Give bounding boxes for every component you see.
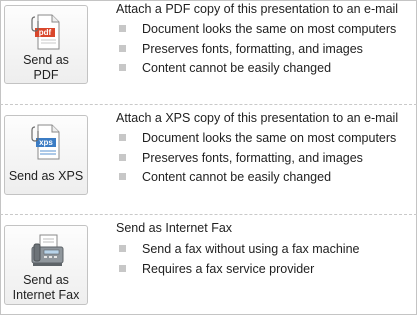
svg-text:xps: xps [39,138,53,147]
pdf-benefits-list: Document looks the same on most computer… [119,20,396,79]
svg-text:pdf: pdf [39,28,52,37]
bullet-square-icon [119,173,126,181]
bullet-square-icon [119,25,126,33]
list-item: Content cannot be easily changed [119,59,396,79]
list-item: Document looks the same on most computer… [119,129,396,149]
list-item: Preserves fonts, formatting, and images [119,149,396,169]
bullet-square-icon [119,44,126,52]
xps-section: xps Send as XPS Attach a XPS copy of thi… [0,104,417,214]
list-item: Content cannot be easily changed [119,168,396,188]
xps-benefits-list: Document looks the same on most computer… [119,129,396,188]
send-as-pdf-button[interactable]: pdf Send as PDF [4,5,88,84]
send-as-pdf-label: Send as PDF [23,53,69,82]
list-item: Preserves fonts, formatting, and images [119,40,396,60]
pdf-document-icon: pdf [31,14,60,50]
internet-fax-benefits-list: Send a fax without using a fax machine R… [119,240,360,279]
bullet-square-icon [119,245,126,253]
fax-machine-icon [31,234,64,266]
xps-heading: Attach a XPS copy of this presentation t… [116,111,399,125]
xps-document-icon: xps [31,124,60,160]
list-item: Requires a fax service provider [119,260,360,280]
bullet-square-icon [119,64,126,72]
pdf-heading: Attach a PDF copy of this presentation t… [116,2,399,16]
send-as-internet-fax-label: Send as Internet Fax [12,273,80,302]
bullet-square-icon [119,153,126,161]
internet-fax-heading: Send as Internet Fax [116,221,233,235]
list-item: Send a fax without using a fax machine [119,240,360,260]
send-as-xps-label: Send as XPS [8,169,84,183]
internet-fax-section: Send as Internet Fax Send as Internet Fa… [0,214,417,315]
send-as-xps-button[interactable]: xps Send as XPS [4,115,88,195]
send-as-internet-fax-button[interactable]: Send as Internet Fax [4,225,88,305]
list-item: Document looks the same on most computer… [119,20,396,40]
bullet-square-icon [119,134,126,142]
pdf-section: pdf Send as PDF Attach a PDF copy of thi… [0,0,417,104]
bullet-square-icon [119,264,126,272]
